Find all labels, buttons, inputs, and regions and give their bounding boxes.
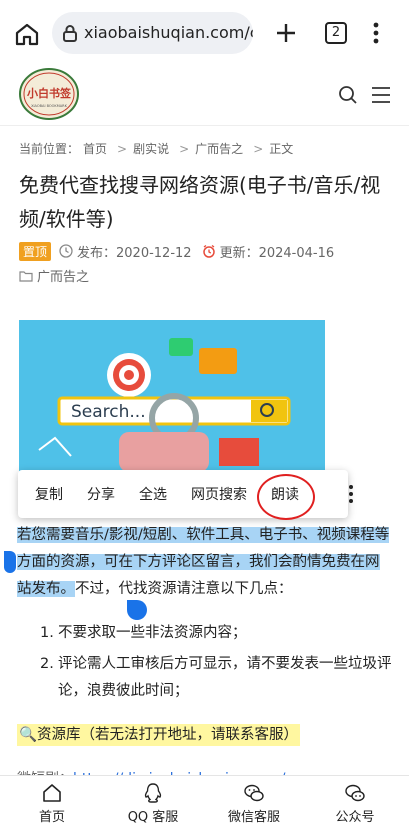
nav-official-label: 公众号 [335, 810, 375, 825]
more-vertical-icon[interactable] [372, 21, 380, 45]
folder-icon [19, 270, 33, 282]
notice-list: 1. 不要求取一些非法资源内容； 2. 评论需人工审核后方可显示，请不要发表一些… [40, 620, 392, 709]
article-category-row: 广而告之 [19, 266, 89, 285]
new-tab-icon[interactable] [274, 21, 298, 45]
clock-icon [59, 244, 73, 258]
copy-button[interactable]: 复制 [35, 484, 63, 504]
article-meta: 置顶 发布：2020-12-12 更新：2024-04-16 [19, 240, 344, 262]
lock-icon [63, 25, 77, 42]
paragraph-continuation: 不过，代找资源请注意以下几点： [75, 581, 293, 597]
bottom-navigation: 首页 QQ 客服 微信客服 公众号 [0, 775, 409, 828]
article-image: Search... [19, 320, 325, 472]
url-text: xiaobaishuqian.com/c [84, 23, 253, 42]
nav-home[interactable]: 首页 [7, 782, 97, 825]
list-text: 评论需人工审核后方可显示，请不要发表一些垃圾评论，浪费彼此时间； [58, 656, 392, 699]
list-item: 1. 不要求取一些非法资源内容； [40, 620, 392, 647]
select-all-button[interactable]: 全选 [139, 484, 167, 504]
breadcrumb: 当前位置： 首页 > 剧实说 > 广而告之 > 正文 [19, 140, 297, 157]
breadcrumb-separator: > [117, 142, 128, 156]
update-date: 更新：2024-04-16 [219, 245, 335, 261]
nav-home-label: 首页 [38, 810, 65, 825]
list-text: 不要求取一些非法资源内容； [58, 625, 247, 641]
home-icon [43, 784, 61, 802]
article-category[interactable]: 广而告之 [37, 266, 89, 285]
nav-qq-service[interactable]: QQ 客服 [108, 782, 198, 825]
more-options-icon[interactable] [348, 484, 354, 504]
qq-icon [144, 783, 162, 803]
breadcrumb-prefix: 当前位置： [19, 142, 80, 156]
nav-wechat-label: 微信客服 [227, 810, 280, 825]
nav-wechat-service[interactable]: 微信客服 [209, 782, 299, 825]
breadcrumb-separator: > [179, 142, 190, 156]
browser-toolbar: xiaobaishuqian.com/c 2 [0, 0, 409, 66]
wechat-icon [244, 784, 264, 802]
list-item: 2. 评论需人工审核后方可显示，请不要发表一些垃圾评论，浪费彼此时间； [40, 651, 392, 705]
nav-official-account[interactable]: 公众号 [310, 782, 400, 825]
red-annotation-circle [257, 474, 315, 520]
site-header: 小白书签 XIAOBAI BOOKMARK [0, 66, 409, 126]
official-account-icon [345, 784, 365, 802]
logo-subtext: XIAOBAI BOOKMARK [31, 104, 67, 108]
nav-qq-label: QQ 客服 [127, 810, 179, 825]
menu-icon[interactable] [371, 86, 391, 104]
share-button[interactable]: 分享 [87, 484, 115, 504]
selection-start-handle[interactable] [4, 551, 16, 573]
breadcrumb-category[interactable]: 剧实说 [133, 142, 169, 156]
article-paragraph: 若您需要音乐/影视/短剧、软件工具、电子书、视频课程等方面的资源，可在下方评论区… [17, 522, 392, 603]
selection-end-handle[interactable] [127, 600, 147, 620]
logo-text: 小白书签 [26, 86, 72, 100]
list-number: 1. [40, 625, 54, 641]
tab-count-button[interactable]: 2 [325, 22, 347, 44]
alarm-clock-icon [202, 244, 215, 258]
resource-library-link[interactable]: 🔍资源库（若无法打开地址，请联系客服） [17, 724, 301, 746]
list-number: 2. [40, 656, 54, 672]
hero-search-text: Search... [71, 402, 146, 422]
web-search-button[interactable]: 网页搜索 [191, 484, 247, 504]
breadcrumb-subcategory[interactable]: 广而告之 [195, 142, 243, 156]
breadcrumb-home[interactable]: 首页 [83, 142, 107, 156]
home-icon[interactable] [14, 22, 40, 46]
address-bar[interactable]: xiaobaishuqian.com/c [52, 12, 253, 54]
pin-badge: 置顶 [19, 241, 52, 261]
publish-date: 发布：2020-12-12 [77, 245, 192, 261]
search-icon[interactable] [338, 85, 358, 105]
breadcrumb-separator: > [253, 142, 264, 156]
site-logo[interactable]: 小白书签 XIAOBAI BOOKMARK [18, 67, 80, 121]
breadcrumb-current: 正文 [269, 142, 294, 156]
article-title: 免费代查找搜寻网络资源(电子书/音乐/视频/软件等) [19, 173, 381, 231]
